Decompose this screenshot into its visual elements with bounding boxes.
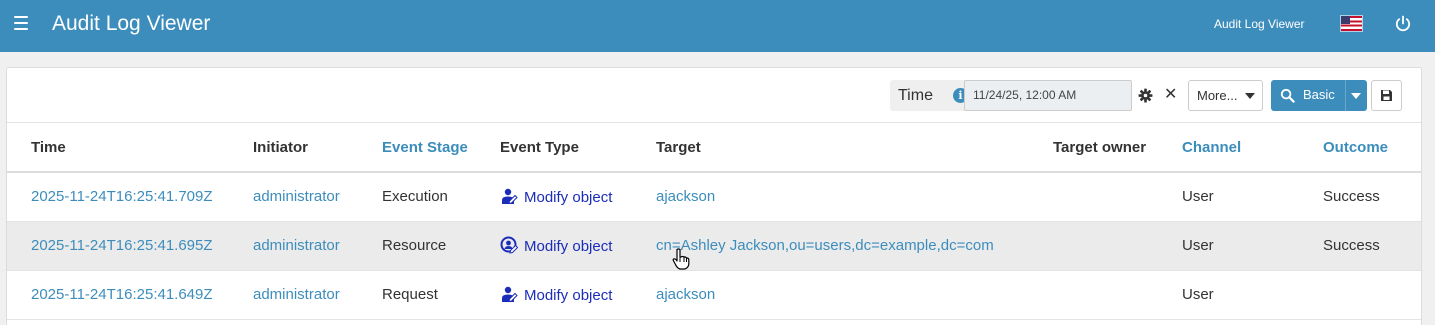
column-header-channel[interactable]: Channel bbox=[1182, 123, 1323, 173]
time-link[interactable]: 2025-11-24T16:25:41.649Z bbox=[31, 286, 213, 303]
outcome: Success bbox=[1323, 237, 1380, 254]
column-header-target-owner[interactable]: Target owner bbox=[1053, 123, 1182, 173]
time-link[interactable]: 2025-11-24T16:25:41.709Z bbox=[31, 188, 213, 205]
resource-edit-icon bbox=[500, 236, 518, 254]
column-header-outcome[interactable]: Outcome bbox=[1323, 123, 1421, 173]
column-header-time[interactable]: Time bbox=[31, 123, 253, 173]
event-stage: Request bbox=[382, 286, 438, 303]
event-type-link[interactable]: Modify object bbox=[500, 236, 613, 255]
target-link[interactable]: ajackson bbox=[656, 286, 715, 303]
table-row[interactable]: 2025-11-24T16:25:41.695Z administrator R… bbox=[7, 221, 1421, 271]
chevron-down-icon[interactable] bbox=[1351, 93, 1361, 99]
us-flag-icon[interactable] bbox=[1341, 16, 1362, 31]
hamburger-menu-icon[interactable] bbox=[14, 16, 28, 30]
save-search-button[interactable] bbox=[1371, 80, 1402, 111]
column-header-target[interactable]: Target bbox=[656, 123, 1053, 173]
more-filters-button[interactable]: More... bbox=[1188, 80, 1263, 111]
app-link[interactable]: Audit Log Viewer bbox=[1214, 17, 1305, 31]
button-divider bbox=[1345, 80, 1346, 111]
save-icon bbox=[1381, 90, 1392, 101]
user-edit-icon bbox=[502, 286, 518, 303]
column-header-event-type[interactable]: Event Type bbox=[500, 123, 656, 173]
time-filter-label: Time bbox=[898, 87, 933, 104]
target-link[interactable]: ajackson bbox=[656, 188, 715, 205]
chevron-down-icon bbox=[1245, 93, 1255, 99]
event-type-label: Modify object bbox=[524, 189, 613, 207]
channel: User bbox=[1182, 237, 1214, 254]
outcome: Success bbox=[1323, 188, 1380, 206]
user-edit-icon bbox=[502, 189, 518, 205]
table-header-row: Time Initiator Event Stage Event Type Ta… bbox=[7, 123, 1421, 173]
hand-cursor-icon bbox=[672, 248, 690, 270]
app-title: Audit Log Viewer bbox=[52, 12, 211, 35]
table-row[interactable]: 2025-11-24T16:25:41.709Z administrator E… bbox=[7, 172, 1421, 222]
clear-filter-icon[interactable]: ✕ bbox=[1164, 85, 1177, 105]
search-icon bbox=[1280, 88, 1295, 103]
event-type-label: Modify object bbox=[524, 287, 613, 304]
search-button[interactable]: Basic bbox=[1271, 80, 1367, 111]
search-toolbar: Time i 11/24/25, 12:00 AM ✕ More... Basi… bbox=[7, 68, 1421, 123]
more-filters-label: More... bbox=[1197, 88, 1238, 103]
target-link[interactable]: cn=Ashley Jackson,ou=users,dc=example,dc… bbox=[656, 237, 994, 254]
column-header-event-stage[interactable]: Event Stage bbox=[382, 123, 500, 173]
event-type-label: Modify object bbox=[524, 238, 613, 255]
event-type-link[interactable]: Modify object bbox=[500, 286, 613, 304]
search-mode-label: Basic bbox=[1303, 87, 1335, 102]
audit-log-panel: Time i 11/24/25, 12:00 AM ✕ More... Basi… bbox=[6, 67, 1422, 325]
channel: User bbox=[1182, 188, 1214, 206]
time-filter-input[interactable]: 11/24/25, 12:00 AM bbox=[964, 80, 1132, 111]
column-header-initiator[interactable]: Initiator bbox=[253, 123, 382, 173]
top-navbar: Audit Log Viewer Audit Log Viewer bbox=[0, 0, 1435, 52]
initiator-link[interactable]: administrator bbox=[253, 188, 340, 205]
event-stage: Resource bbox=[382, 237, 447, 254]
table-row[interactable]: 2025-11-24T16:25:41.649Z administrator R… bbox=[7, 270, 1421, 320]
time-link[interactable]: 2025-11-24T16:25:41.695Z bbox=[31, 237, 213, 254]
channel: User bbox=[1182, 286, 1214, 303]
event-type-link[interactable]: Modify object bbox=[500, 189, 612, 206]
audit-table: Time Initiator Event Stage Event Type Ta… bbox=[7, 123, 1421, 320]
event-stage: Execution bbox=[382, 188, 448, 206]
gear-icon[interactable] bbox=[1138, 88, 1153, 103]
power-icon[interactable] bbox=[1394, 15, 1412, 33]
initiator-link[interactable]: administrator bbox=[253, 237, 340, 254]
initiator-link[interactable]: administrator bbox=[253, 286, 340, 303]
